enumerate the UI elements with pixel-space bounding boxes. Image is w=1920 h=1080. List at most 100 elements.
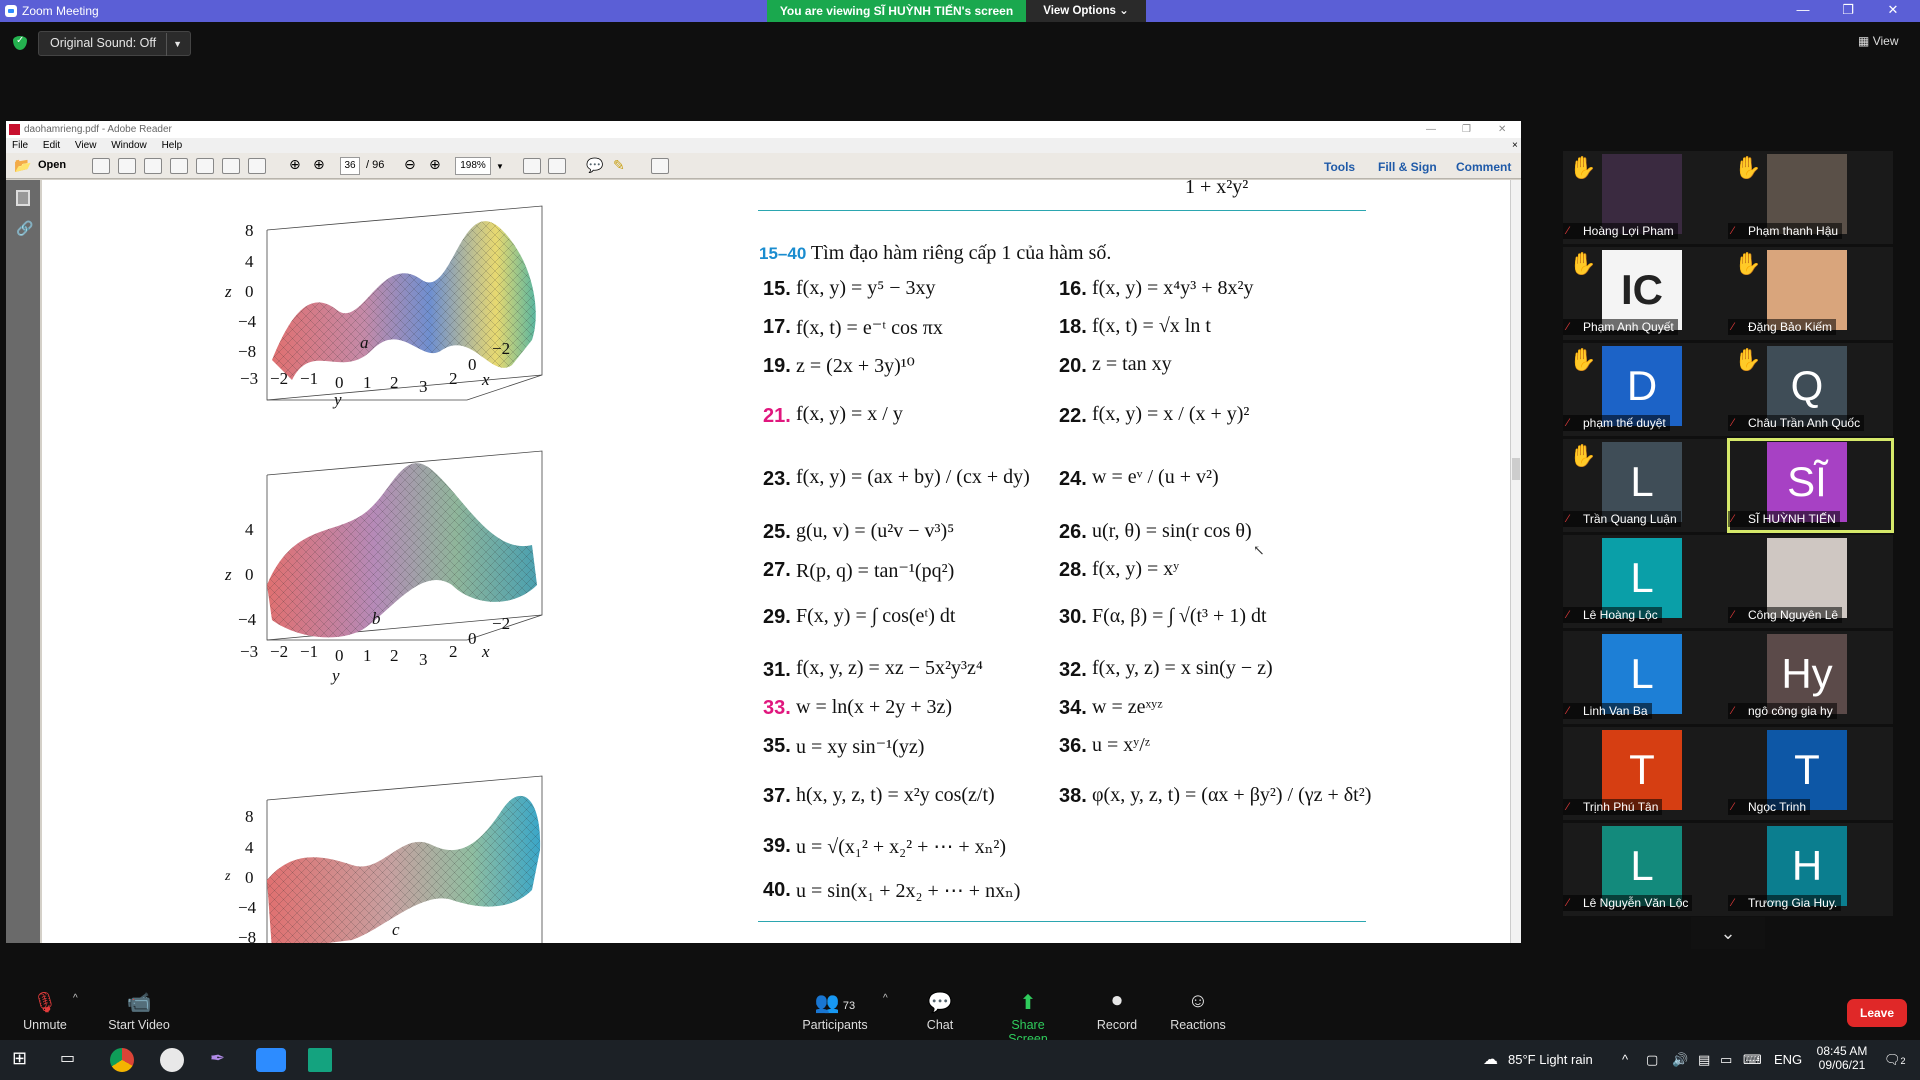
clock[interactable]: 08:45 AM 09/06/21	[1812, 1044, 1872, 1072]
chevron-down-icon[interactable]: ▼	[166, 33, 182, 56]
share-screen-button[interactable]: ⬆ Share Screen	[990, 990, 1066, 1046]
close-doc-icon[interactable]: ×	[1512, 138, 1518, 153]
menu-window[interactable]: Window	[111, 140, 147, 151]
zoom-logo-icon	[5, 5, 17, 17]
close-button[interactable]: ✕	[1873, 0, 1913, 22]
y-tick: −2	[270, 642, 289, 661]
page-thumbnails-icon[interactable]	[16, 190, 30, 206]
expand-icon[interactable]	[651, 158, 669, 174]
weather-text[interactable]: 85°F Light rain	[1508, 1052, 1593, 1067]
participant-tile[interactable]: Q ✋ Châu Trần Anh Quốc ⁄	[1728, 343, 1893, 436]
zoom-dropdown-icon[interactable]: ▼	[496, 162, 504, 171]
participant-tile[interactable]: L ✋ Trần Quang Luận ⁄	[1563, 439, 1728, 532]
notifications-icon[interactable]: 🗨2	[1884, 1052, 1906, 1068]
next-page-icon[interactable]: ⊕	[313, 156, 325, 173]
participant-tile[interactable]: T Trịnh Phú Tân ⁄	[1563, 727, 1728, 820]
participant-tile[interactable]: D ✋ phạm thế duyệt ⁄	[1563, 343, 1728, 436]
chevron-down-icon: ⌄	[1720, 923, 1736, 943]
reader-close-icon[interactable]: ✕	[1498, 121, 1506, 138]
start-video-button[interactable]: 📹 Start Video	[104, 990, 174, 1032]
language-indicator[interactable]: ENG	[1774, 1052, 1802, 1067]
participant-tile[interactable]: H Trương Gia Huy. ⁄	[1728, 823, 1893, 916]
sign-icon[interactable]: ✎	[613, 157, 625, 174]
save-icon[interactable]	[196, 158, 214, 174]
print-icon[interactable]	[222, 158, 240, 174]
participant-tile[interactable]: L Lê Nguyễn Văn Lộc ⁄	[1563, 823, 1728, 916]
menu-file[interactable]: File	[12, 140, 28, 151]
participant-tile[interactable]: T Ngọc Trinh ⁄	[1728, 727, 1893, 820]
avatar: D	[1602, 346, 1682, 426]
leave-button[interactable]: Leave	[1847, 999, 1907, 1027]
view-options-button[interactable]: View Options ⌄	[1026, 0, 1146, 22]
windows-start-icon[interactable]: ⊞	[12, 1048, 36, 1072]
chat-button[interactable]: 💬 Chat	[920, 990, 960, 1032]
avatar-initial: L	[1630, 650, 1654, 697]
audio-options-chevron-icon[interactable]: ^	[73, 993, 78, 1004]
z-tick: −8	[238, 928, 257, 943]
participant-tile[interactable]: L Lê Hoàng Lộc ⁄	[1563, 535, 1728, 628]
keyboard-icon[interactable]: ⌨	[1743, 1052, 1762, 1068]
fit-width-icon[interactable]	[548, 158, 566, 174]
chrome-icon[interactable]	[110, 1048, 134, 1072]
participant-tile[interactable]: IC ✋ Phạm Anh Quyết ⁄	[1563, 247, 1728, 340]
view-button[interactable]: ▦ View	[1858, 34, 1898, 48]
restore-button[interactable]: ❐	[1828, 0, 1868, 22]
feather-app-icon[interactable]: ✒	[210, 1048, 234, 1072]
open-button[interactable]: Open	[38, 159, 66, 171]
zoom-out-icon[interactable]: ⊖	[404, 156, 416, 173]
participants-button[interactable]: 👥 73 Participants	[800, 990, 870, 1032]
participant-tile[interactable]: ✋ Đặng Bảo Kiếm ⁄	[1728, 247, 1893, 340]
participant-tile[interactable]: L Linh Van Ba ⁄	[1563, 631, 1728, 724]
menu-edit[interactable]: Edit	[43, 140, 60, 151]
webstorm-icon[interactable]	[308, 1048, 332, 1072]
folder-icon[interactable]: 📂	[14, 157, 31, 174]
menu-help[interactable]: Help	[162, 140, 183, 151]
cloud-icon[interactable]	[170, 158, 188, 174]
gallery-next-page-button[interactable]: ⌄	[1691, 917, 1765, 949]
reactions-button[interactable]: ☺ Reactions	[1170, 990, 1226, 1032]
fill-sign-button[interactable]: Fill & Sign	[1378, 160, 1437, 174]
scrollbar-thumb[interactable]	[1512, 458, 1520, 480]
tools-button[interactable]: Tools	[1324, 160, 1355, 174]
participants-chevron-icon[interactable]: ^	[883, 993, 888, 1004]
participant-tile[interactable]: Công Nguyên Lê ⁄	[1728, 535, 1893, 628]
create-pdf-icon[interactable]	[92, 158, 110, 174]
zoom-in-icon[interactable]: ⊕	[429, 156, 441, 173]
participant-tile[interactable]: ✋ Hoàng Lợi Pham ⁄	[1563, 151, 1728, 244]
encryption-shield-icon[interactable]	[13, 35, 27, 50]
slack-icon[interactable]	[160, 1048, 184, 1072]
task-view-icon[interactable]: ▭	[60, 1048, 84, 1072]
original-sound-button[interactable]: Original Sound: Off ▼	[38, 31, 192, 56]
reader-minimize-icon[interactable]: —	[1426, 121, 1436, 138]
weather-icon[interactable]: ☁	[1483, 1050, 1498, 1068]
volume-icon[interactable]: 🔊	[1672, 1052, 1688, 1068]
prev-page-icon[interactable]: ⊕	[289, 156, 301, 173]
participant-tile[interactable]: Hy ngô công gia hy ⁄	[1728, 631, 1893, 724]
reader-restore-icon[interactable]: ❐	[1462, 121, 1471, 138]
minimize-button[interactable]: —	[1783, 0, 1823, 22]
comment-button[interactable]: Comment	[1456, 160, 1511, 174]
attachment-icon[interactable]: 🔗	[16, 220, 33, 236]
exercise-number: 31.	[763, 659, 791, 681]
tray-chevron-icon[interactable]: ^	[1622, 1052, 1628, 1067]
edit-icon[interactable]	[144, 158, 162, 174]
tray-apps-icon[interactable]: ▢	[1646, 1052, 1658, 1068]
zoom-level-input[interactable]: 198%	[455, 157, 491, 175]
unmute-button[interactable]: 🎙 Unmute	[20, 990, 70, 1032]
email-icon[interactable]	[248, 158, 266, 174]
vertical-scrollbar[interactable]	[1510, 180, 1521, 943]
display-icon[interactable]: ▭	[1720, 1052, 1732, 1068]
page-number-input[interactable]: 36	[340, 157, 360, 175]
participant-tile[interactable]: ✋ Phạm thanh Hậu ⁄	[1728, 151, 1893, 244]
participant-tile[interactable]: SĨ SĨ HUỲNH TIẾN ⁄	[1727, 438, 1894, 533]
zoom-taskbar-icon[interactable]	[256, 1048, 286, 1072]
fit-page-icon[interactable]	[523, 158, 541, 174]
convert-icon[interactable]	[118, 158, 136, 174]
exercise-number: 35.	[763, 735, 791, 757]
comment-bubble-icon[interactable]: 💬	[586, 157, 603, 174]
participant-name: ngô công gia hy	[1728, 703, 1837, 719]
exercise-number: 30.	[1059, 606, 1087, 628]
network-icon[interactable]: ▤	[1698, 1052, 1710, 1068]
record-button[interactable]: ⏺ Record	[1095, 990, 1139, 1032]
menu-view[interactable]: View	[75, 140, 97, 151]
